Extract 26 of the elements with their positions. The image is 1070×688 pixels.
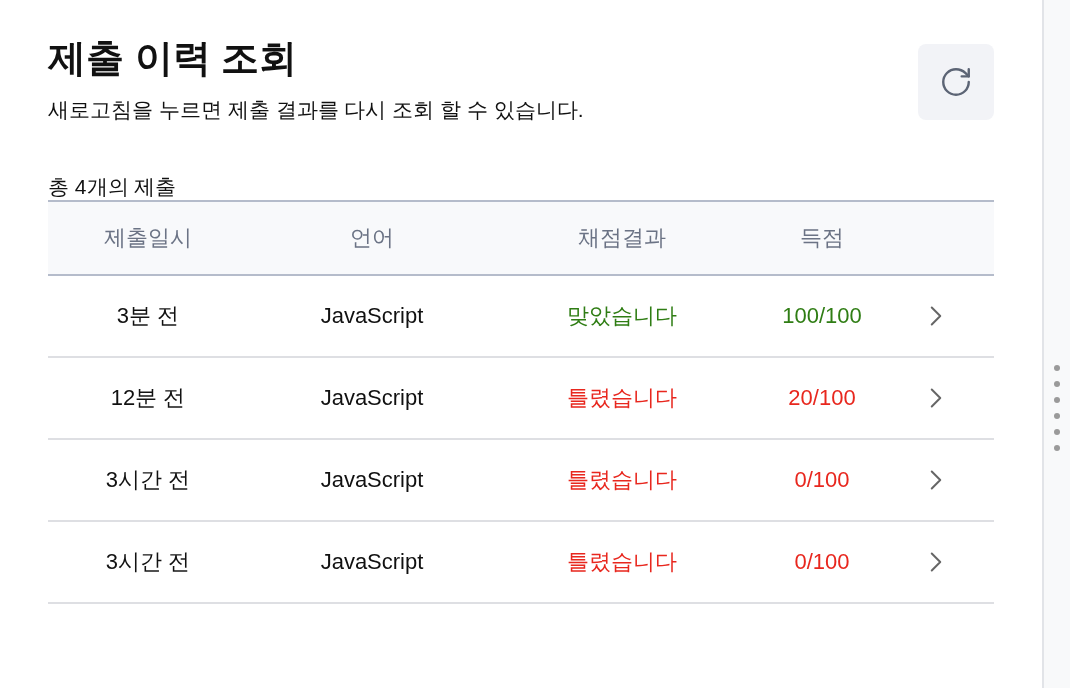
table-cell-text: 0/100 — [794, 548, 850, 576]
table-cell-text: JavaScript — [320, 384, 424, 412]
table-cell-text: 3분 전 — [116, 302, 180, 330]
table-cell-text: 100/100 — [782, 302, 862, 330]
column-header: 언어 — [350, 224, 394, 252]
table-cell-text: JavaScript — [320, 466, 424, 494]
table-cell-text: 3시간 전 — [105, 548, 191, 576]
table-cell-text: 틀렸습니다 — [567, 466, 677, 494]
refresh-button[interactable] — [918, 44, 994, 120]
table-cell-text: 맞았습니다 — [567, 302, 677, 330]
refresh-icon — [939, 65, 973, 99]
page-subtitle: 새로고침을 누르면 제출 결과를 다시 조회 할 수 있습니다. — [48, 97, 584, 123]
table-cell-text: JavaScript — [320, 548, 424, 576]
table-cell-text: 20/100 — [788, 384, 856, 412]
table-cell-text: 0/100 — [794, 466, 850, 494]
column-header: 득점 — [800, 224, 844, 252]
table-cell-text: JavaScript — [320, 302, 424, 330]
page-title: 제출 이력 조회 — [48, 36, 299, 81]
table-cell-text: 3시간 전 — [105, 466, 191, 494]
column-header: 채점결과 — [578, 224, 666, 252]
table-cell-text: 틀렸습니다 — [567, 384, 677, 412]
drag-handle-icon[interactable] — [1054, 365, 1060, 451]
table-cell-text: 12분 전 — [110, 384, 186, 412]
submission-count: 총 4개의 제출 — [48, 173, 177, 200]
column-header: 제출일시 — [104, 224, 192, 252]
table-cell-text: 틀렸습니다 — [567, 548, 677, 576]
